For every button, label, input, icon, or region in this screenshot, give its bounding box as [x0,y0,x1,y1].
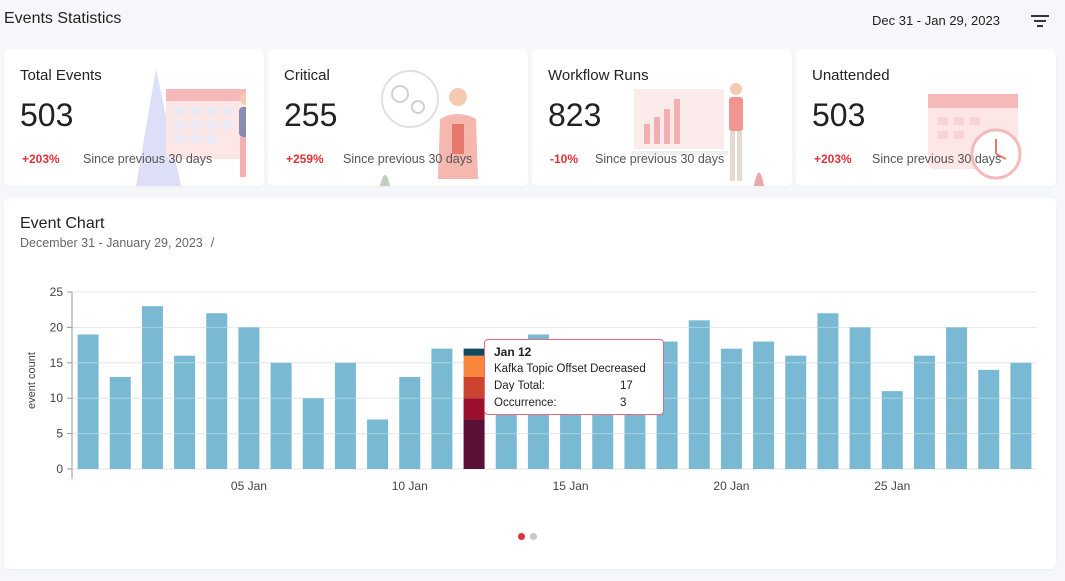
y-tick-label: 0 [56,462,63,476]
card-delta: +259% [286,152,324,166]
calendar-person-illustration [136,69,246,186]
bar-segment[interactable] [463,376,485,399]
x-tick-label: 15 Jan [553,479,589,493]
y-tick-label: 25 [50,285,64,299]
card-label: Unattended [812,67,890,84]
presentation-chart-illustration [632,83,764,186]
bar[interactable] [206,313,228,469]
card-value: 503 [20,97,74,133]
card-delta: +203% [814,152,852,166]
bar[interactable] [367,419,389,469]
x-tick-label: 05 Jan [231,479,267,493]
stat-card-total-events[interactable]: Total Events 503 +203% Since previous 30… [4,49,264,186]
y-tick-label: 15 [50,356,64,370]
x-tick-label: 25 Jan [874,479,910,493]
bar[interactable] [785,355,807,469]
bar[interactable] [109,376,131,469]
card-label: Critical [284,67,330,84]
bar[interactable] [431,348,453,469]
calendar-clock-illustration [928,94,1022,180]
tooltip-date: Jan 12 [494,345,532,359]
card-since: Since previous 30 days [595,152,725,166]
tooltip-occurrence-label: Occurrence: [494,397,557,409]
y-tick-label: 20 [50,320,64,334]
y-axis-label: event count [26,352,38,409]
card-since: Since previous 30 days [343,152,473,166]
card-delta: -10% [550,152,579,166]
filter-lines-icon[interactable] [1028,12,1052,30]
y-tick-label: 10 [50,391,64,405]
x-tick-label: 10 Jan [392,479,428,493]
bar[interactable] [881,391,903,469]
bar[interactable] [913,355,935,469]
y-tick-label: 5 [56,427,63,441]
page-title: Events Statistics [4,10,122,27]
bar[interactable] [817,313,839,469]
bar[interactable] [720,348,742,469]
tooltip-event: Kafka Topic Offset Decreased [494,363,646,375]
stat-card-workflow-runs[interactable]: Workflow Runs 823 -10% Since previous 30… [532,49,792,186]
card-value: 823 [548,97,602,133]
bar-segment[interactable] [463,348,485,356]
event-chart-card: Event Chart December 31 - January 29, 20… [4,198,1056,569]
tooltip-day-total-value: 17 [620,380,633,392]
x-tick-label: 20 Jan [713,479,749,493]
bar[interactable] [688,320,710,469]
pager-dot-2[interactable] [530,533,537,540]
bar[interactable] [399,376,421,469]
card-label: Total Events [20,67,102,84]
tooltip-occurrence-value: 3 [620,397,627,409]
tooltip-occurrence-row: Occurrence: 3 [494,397,654,414]
tooltip-day-total-row: Day Total: 17 [494,380,654,397]
pager-dot-1[interactable] [518,533,525,540]
bar[interactable] [77,334,99,469]
card-value: 503 [812,97,866,133]
tooltip-day-total-label: Day Total: [494,380,545,392]
bar-segment[interactable] [463,355,485,377]
bar[interactable] [334,362,356,469]
bar[interactable] [141,306,163,469]
bar[interactable] [174,355,196,469]
card-since: Since previous 30 days [872,152,1002,166]
bar[interactable] [753,341,775,469]
bar[interactable] [1010,362,1032,469]
card-label: Workflow Runs [548,67,649,84]
stat-card-unattended[interactable]: Unattended 503 +203% Since previous 30 d… [796,49,1056,186]
bar-segment[interactable] [463,398,485,420]
chart-tooltip: Jan 12 Kafka Topic Offset Decreased Day … [484,339,664,415]
date-range-picker[interactable]: Dec 31 - Jan 29, 2023 [872,13,1000,28]
thinking-gears-illustration [380,70,478,186]
card-value: 255 [284,97,338,133]
card-since: Since previous 30 days [83,152,213,166]
bar-segment[interactable] [463,419,485,469]
bar[interactable] [978,369,1000,469]
stat-card-critical[interactable]: Critical 255 +259% Since previous 30 day… [268,49,528,186]
header-bar: Events Statistics Dec 31 - Jan 29, 2023 [0,0,1065,44]
bar[interactable] [270,362,292,469]
chart-pager [518,533,542,541]
card-delta: +203% [22,152,60,166]
